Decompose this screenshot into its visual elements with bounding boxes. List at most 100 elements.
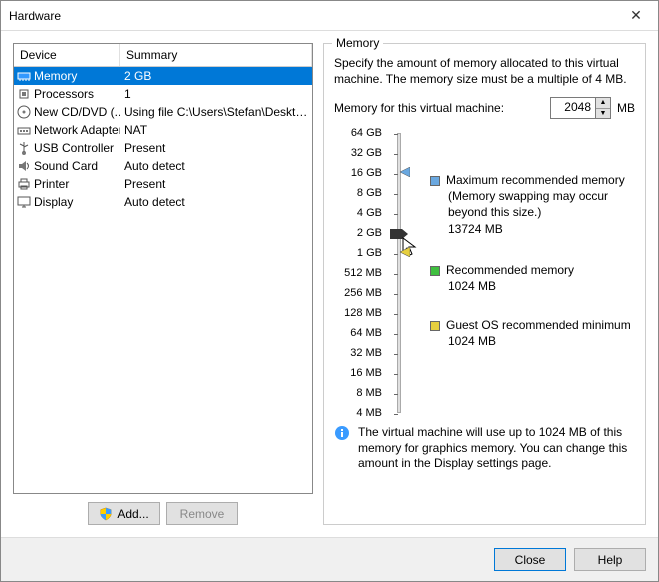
legend-swatch: [430, 266, 440, 276]
device-row-usb[interactable]: USB Controller Present: [14, 139, 312, 157]
memory-slider[interactable]: [388, 133, 410, 413]
slider-marker: [400, 166, 410, 180]
device-name: Network Adapter: [34, 123, 120, 137]
dialog-footer: Close Help: [1, 537, 658, 581]
memory-description: Specify the amount of memory allocated t…: [334, 56, 635, 87]
cpu-icon: [16, 86, 32, 102]
add-button-label: Add...: [117, 507, 148, 521]
device-row-cpu[interactable]: Processors 1: [14, 85, 312, 103]
right-panel: Memory Specify the amount of memory allo…: [323, 43, 646, 525]
device-row-printer[interactable]: Printer Present: [14, 175, 312, 193]
device-summary: Auto detect: [120, 195, 312, 209]
slider-tick-label: 64 MB: [350, 327, 382, 339]
device-name: New CD/DVD (...: [34, 105, 120, 119]
memory-input-row: Memory for this virtual machine: 2048 ▲ …: [334, 97, 635, 119]
titlebar: Hardware ✕: [1, 1, 658, 31]
device-list[interactable]: Device Summary Memory2 GBProcessors1New …: [13, 43, 313, 494]
slider-tick-label: 512 MB: [344, 267, 382, 279]
legend-label: Guest OS recommended minimum: [446, 318, 631, 332]
content-area: Device Summary Memory2 GBProcessors1New …: [1, 31, 658, 537]
device-summary: Present: [120, 177, 312, 191]
device-summary: Present: [120, 141, 312, 155]
device-name: Printer: [34, 177, 69, 191]
legend-label: Recommended memory: [446, 263, 574, 277]
memory-spinner[interactable]: 2048 ▲ ▼: [550, 97, 611, 119]
device-name: Sound Card: [34, 159, 98, 173]
legend-item: Guest OS recommended minimum 1024 MB: [430, 318, 635, 350]
printer-icon: [16, 176, 32, 192]
help-button-label: Help: [598, 553, 623, 567]
memory-input-label: Memory for this virtual machine:: [334, 101, 504, 115]
column-device[interactable]: Device: [14, 44, 120, 66]
disc-icon: [16, 104, 32, 120]
slider-tick-label: 2 GB: [357, 227, 382, 239]
slider-tick-label: 4 GB: [357, 207, 382, 219]
device-name: Memory: [34, 69, 77, 83]
legend-note: (Memory swapping may occur beyond this s…: [448, 189, 635, 220]
remove-button-label: Remove: [180, 507, 225, 521]
slider-tick-label: 128 MB: [344, 307, 382, 319]
slider-tick-label: 1 GB: [357, 247, 382, 259]
display-icon: [16, 194, 32, 210]
remove-button[interactable]: Remove: [166, 502, 238, 525]
legend-item: Maximum recommended memory (Memory swappi…: [430, 173, 635, 238]
spinner-up-icon[interactable]: ▲: [596, 98, 610, 109]
usb-icon: [16, 140, 32, 156]
slider-tick-labels: 64 GB32 GB16 GB8 GB4 GB2 GB1 GB512 MB256…: [334, 133, 382, 413]
window-title: Hardware: [9, 9, 61, 23]
sound-icon: [16, 158, 32, 174]
slider-tick-label: 32 MB: [350, 347, 382, 359]
device-summary: 1: [120, 87, 312, 101]
left-panel: Device Summary Memory2 GBProcessors1New …: [13, 43, 313, 525]
memory-group-title: Memory: [332, 36, 383, 50]
column-summary[interactable]: Summary: [120, 44, 312, 66]
slider-tick-label: 256 MB: [344, 287, 382, 299]
slider-tick-label: 32 GB: [351, 147, 382, 159]
memory-slider-area: 64 GB32 GB16 GB8 GB4 GB2 GB1 GB512 MB256…: [334, 133, 635, 413]
device-row-display[interactable]: Display Auto detect: [14, 193, 312, 211]
memory-info-row: The virtual machine will use up to 1024 …: [334, 425, 635, 472]
device-row-disc[interactable]: New CD/DVD (...Using file C:\Users\Stefa…: [14, 103, 312, 121]
device-summary: Auto detect: [120, 159, 312, 173]
add-button[interactable]: Add...: [88, 502, 160, 525]
device-row-sound[interactable]: Sound Card Auto detect: [14, 157, 312, 175]
info-icon: [334, 425, 350, 441]
device-name: USB Controller: [34, 141, 114, 155]
hardware-dialog: Hardware ✕ Device Summary Memory 2 GB Proc…: [0, 0, 659, 582]
close-window-button[interactable]: ✕: [614, 1, 658, 30]
legend-item: Recommended memory 1024 MB: [430, 263, 635, 295]
device-list-buttons: Add... Remove: [13, 502, 313, 525]
device-list-header: Device Summary: [14, 44, 312, 67]
memory-legend: Maximum recommended memory (Memory swappi…: [416, 133, 635, 413]
device-name: Display: [34, 195, 73, 209]
help-button[interactable]: Help: [574, 548, 646, 571]
memory-icon: [16, 68, 32, 84]
legend-swatch: [430, 321, 440, 331]
memory-value[interactable]: 2048: [551, 98, 595, 118]
device-row-net[interactable]: Network AdapterNAT: [14, 121, 312, 139]
slider-tick-label: 4 MB: [356, 407, 382, 419]
slider-tick-label: 16 MB: [350, 367, 382, 379]
legend-swatch: [430, 176, 440, 186]
slider-marker: [400, 246, 410, 260]
device-row-memory[interactable]: Memory 2 GB: [14, 67, 312, 85]
spinner-arrows[interactable]: ▲ ▼: [595, 98, 610, 118]
memory-group: Memory Specify the amount of memory allo…: [323, 43, 646, 525]
memory-info-text: The virtual machine will use up to 1024 …: [358, 425, 635, 472]
close-button[interactable]: Close: [494, 548, 566, 571]
memory-unit: MB: [617, 101, 635, 115]
slider-tick-label: 64 GB: [351, 127, 382, 139]
net-icon: [16, 122, 32, 138]
slider-tick-label: 8 GB: [357, 187, 382, 199]
device-summary: 2 GB: [120, 69, 312, 83]
slider-tick-label: 16 GB: [351, 167, 382, 179]
device-name: Processors: [34, 87, 94, 101]
spinner-down-icon[interactable]: ▼: [596, 109, 610, 119]
uac-shield-icon: [99, 507, 113, 521]
device-summary: NAT: [120, 123, 312, 137]
legend-value: 1024 MB: [448, 334, 635, 350]
legend-value: 1024 MB: [448, 279, 635, 295]
legend-label: Maximum recommended memory: [446, 173, 625, 187]
legend-value: 13724 MB: [448, 222, 635, 238]
close-button-label: Close: [515, 553, 546, 567]
